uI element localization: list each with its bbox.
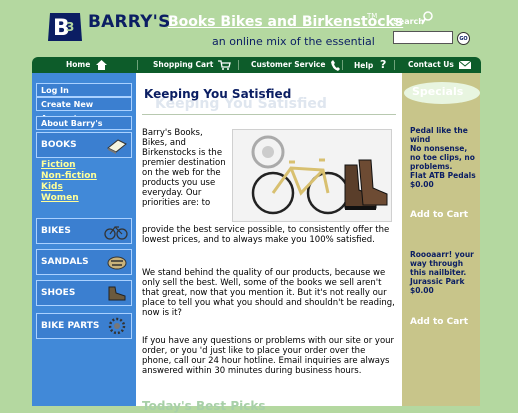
- products-photo: [232, 129, 392, 222]
- add-to-cart-button-2[interactable]: Add to Cart: [410, 317, 468, 327]
- best-picks-heading: Today's Best Picks: [142, 399, 266, 413]
- nav-help[interactable]: Help ?: [354, 57, 386, 73]
- hotline-paragraph: If you have any questions or problems wi…: [142, 336, 395, 376]
- category-books[interactable]: BOOKS: [36, 132, 132, 158]
- special-item-1-desc: Pedal like the wind No nonsense, no toe …: [410, 126, 476, 189]
- category-shoes-label: SHOES: [41, 288, 76, 298]
- nav-contact-us-label: Contact Us: [408, 60, 454, 69]
- shoe-icon: [108, 286, 126, 301]
- trademark-mark: TM: [367, 12, 378, 20]
- nav-help-label: Help: [354, 61, 374, 70]
- nav-separator: [137, 60, 138, 70]
- page-title: Keeping You Satisfied: [144, 87, 292, 101]
- tagline: an online mix of the essential: [212, 35, 375, 48]
- sublink-nonfiction[interactable]: Non-fiction: [41, 171, 97, 182]
- login-link[interactable]: Log In: [36, 83, 132, 97]
- nav-home[interactable]: Home: [66, 57, 107, 73]
- nav-contact-us[interactable]: Contact Us: [408, 57, 472, 73]
- top-navigation: Home Shopping Cart Customer Service Help…: [32, 57, 481, 73]
- sandal-icon: [107, 256, 127, 270]
- special-item-1-text: Pedal like the wind No nonsense, no toe …: [410, 126, 478, 189]
- nav-shopping-cart-label: Shopping Cart: [153, 60, 214, 69]
- sublink-women[interactable]: Women: [41, 193, 97, 204]
- gear-icon: [108, 317, 126, 335]
- nav-separator: [342, 60, 343, 70]
- specials-column: [402, 73, 480, 406]
- sublink-kids[interactable]: Kids: [41, 182, 97, 193]
- right-margin: [480, 73, 518, 406]
- left-sidebar: Log In Create New Account About Barry's …: [32, 73, 136, 406]
- title-divider: [142, 114, 396, 115]
- category-sandals[interactable]: SANDALS: [36, 249, 132, 275]
- question-icon: ?: [379, 58, 387, 71]
- sublink-fiction[interactable]: Fiction: [41, 160, 97, 171]
- bike-and-boots-image: [251, 135, 388, 215]
- house-icon: [95, 60, 107, 70]
- category-shoes[interactable]: SHOES: [36, 280, 132, 306]
- category-bikes-label: BIKES: [41, 226, 71, 236]
- magnifier-icon: [421, 11, 433, 25]
- intro-paragraph-continued: provide the best service possible, to co…: [142, 225, 390, 245]
- category-bike-parts-label: BIKE PARTS: [41, 321, 100, 331]
- nav-separator: [394, 60, 395, 70]
- add-to-cart-button-1[interactable]: Add to Cart: [410, 210, 468, 220]
- book-icon: [107, 139, 127, 154]
- site-header: B 3 BARRY'S Books Bikes and Birkenstocks…: [0, 0, 518, 57]
- category-sandals-label: SANDALS: [41, 257, 89, 267]
- nav-customer-service[interactable]: Customer Service: [251, 57, 341, 73]
- nav-customer-service-label: Customer Service: [251, 60, 326, 69]
- cart-icon: [218, 60, 231, 70]
- nav-home-label: Home: [66, 60, 91, 69]
- nav-shopping-cart[interactable]: Shopping Cart: [153, 57, 231, 73]
- special-item-2-text: Roooaarr! your way through this nailbite…: [410, 250, 478, 295]
- brand-name[interactable]: BARRY'S: [88, 12, 171, 32]
- nav-separator: [238, 60, 239, 70]
- create-account-link[interactable]: Create New Account: [36, 97, 132, 123]
- category-bikes[interactable]: BIKES: [36, 218, 132, 244]
- search-input[interactable]: [393, 31, 453, 44]
- about-barrys-link[interactable]: About Barry's: [36, 116, 132, 130]
- specials-heading: Specials: [412, 85, 464, 98]
- book-sublinks: Fiction Non-fiction Kids Women: [41, 160, 97, 204]
- intro-paragraph: Barry's Books, Bikes, and Birkenstocks i…: [142, 128, 226, 208]
- bike-icon: [104, 226, 128, 240]
- category-books-label: BOOKS: [41, 140, 77, 150]
- quality-paragraph: We stand behind the quality of our produ…: [142, 268, 395, 318]
- envelope-icon: [459, 60, 472, 69]
- logo-b3-badge-icon[interactable]: B 3: [46, 11, 84, 43]
- category-bike-parts[interactable]: BIKE PARTS: [36, 313, 132, 339]
- svg-text:3: 3: [66, 20, 74, 34]
- go-button[interactable]: GO: [457, 32, 470, 45]
- specials-banner: Specials: [404, 82, 480, 104]
- phone-icon: [331, 59, 341, 71]
- special-item-2-desc: Roooaarr! your way through this nailbite…: [410, 250, 474, 295]
- search-label: Search: [393, 17, 424, 26]
